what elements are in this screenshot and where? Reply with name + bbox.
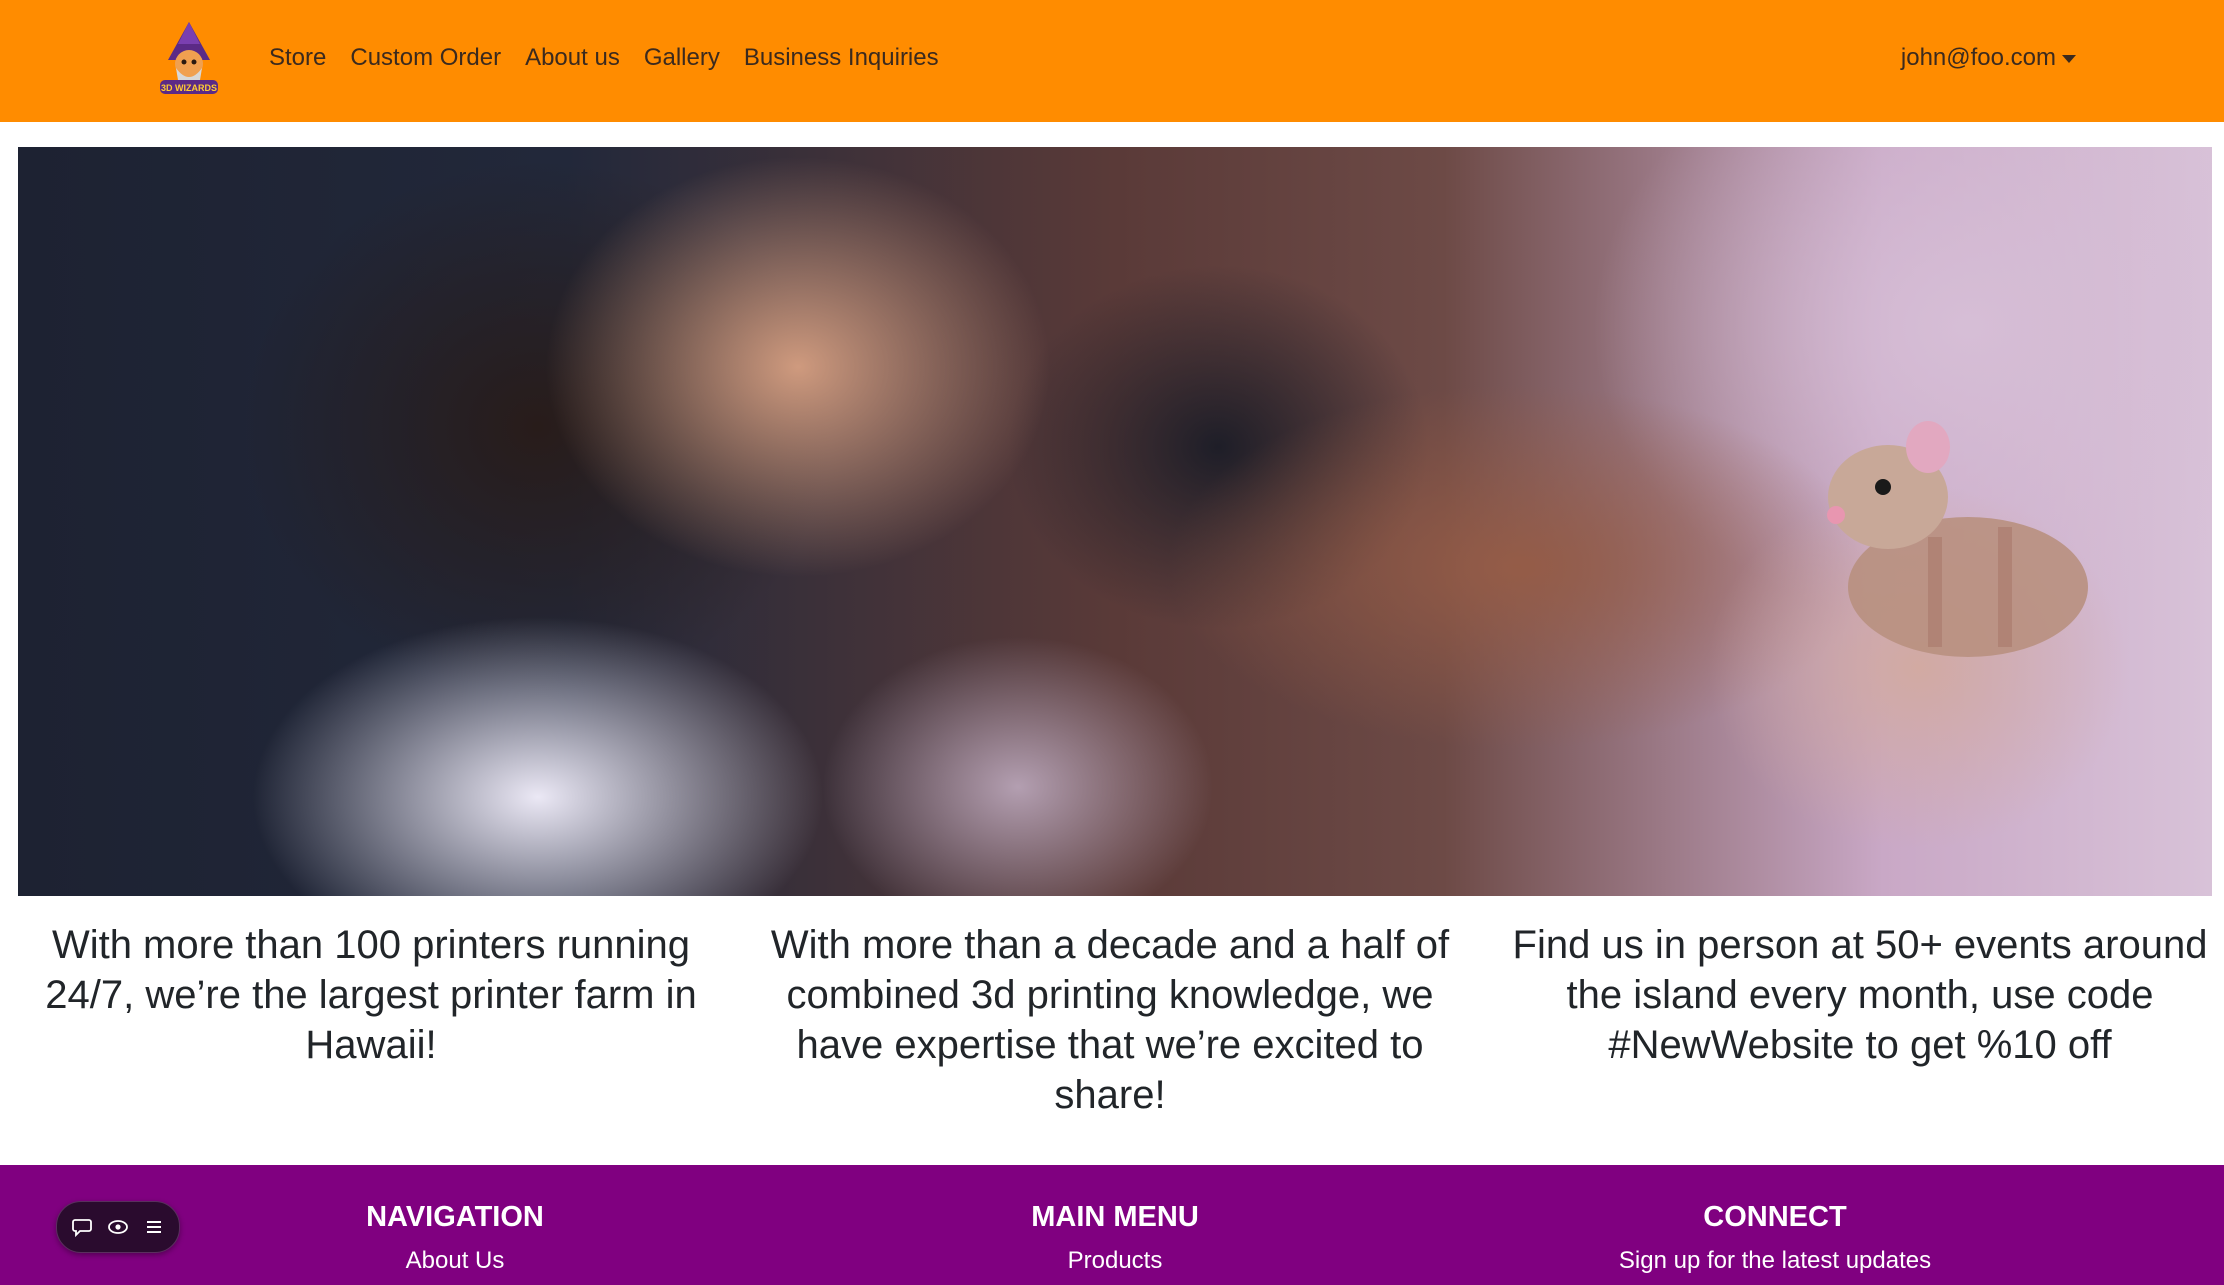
caret-down-icon xyxy=(2062,55,2076,63)
footer-heading-navigation: NAVIGATION xyxy=(366,1201,544,1233)
footer-link-signup[interactable]: Sign up for the latest updates xyxy=(1515,1246,2035,1276)
nav-link-about-us[interactable]: About us xyxy=(525,44,620,72)
nav-link-business-inquiries[interactable]: Business Inquiries xyxy=(744,44,939,72)
footer-navigation-column: NAVIGATION About Us xyxy=(195,1200,715,1276)
footer-connect-column: CONNECT Sign up for the latest updates xyxy=(1515,1200,2035,1276)
toy-figure-image xyxy=(1827,421,2088,657)
eye-icon[interactable] xyxy=(107,1216,129,1238)
user-email: john@foo.com xyxy=(1900,44,2056,71)
menu-lines-icon[interactable] xyxy=(143,1216,165,1238)
top-navbar: 3D WIZARDS Store Custom Order About us G… xyxy=(0,0,2224,122)
nav-link-store[interactable]: Store xyxy=(269,44,326,72)
chat-bubble-icon[interactable] xyxy=(71,1216,93,1238)
user-account-dropdown[interactable]: john@foo.com xyxy=(1901,0,2076,116)
nav-link-gallery[interactable]: Gallery xyxy=(644,44,720,72)
footer-main-menu-column: MAIN MENU Products xyxy=(855,1200,1375,1276)
nav-links: Store Custom Order About us Gallery Busi… xyxy=(269,0,939,116)
wizard-logo-icon: 3D WIZARDS xyxy=(160,22,218,94)
hero-image xyxy=(18,147,2212,896)
features-section: With more than 100 printers running 24/7… xyxy=(0,920,2224,1140)
footer-heading-connect: CONNECT xyxy=(1703,1201,1847,1233)
footer-heading-main-menu: MAIN MENU xyxy=(1031,1201,1199,1233)
feature-events-promo: Find us in person at 50+ events around t… xyxy=(1512,923,2208,1067)
brand-logo[interactable]: 3D WIZARDS xyxy=(154,20,224,100)
footer-link-products[interactable]: Products xyxy=(855,1246,1375,1276)
floating-toolbar xyxy=(56,1201,180,1253)
site-footer: NAVIGATION About Us MAIN MENU Products C… xyxy=(0,1165,2224,1285)
feature-expertise: With more than a decade and a half of co… xyxy=(770,923,1450,1117)
nav-link-custom-order[interactable]: Custom Order xyxy=(350,44,501,72)
feature-printer-farm: With more than 100 printers running 24/7… xyxy=(45,923,697,1067)
svg-text:3D WIZARDS: 3D WIZARDS xyxy=(161,83,217,93)
footer-link-about-us[interactable]: About Us xyxy=(195,1246,715,1276)
